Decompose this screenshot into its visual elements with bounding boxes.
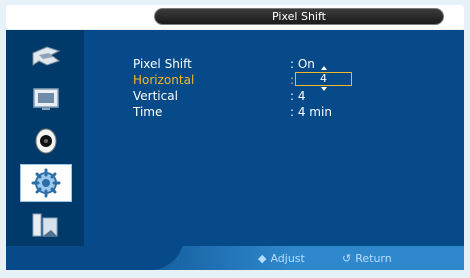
picture-icon[interactable] <box>24 82 68 116</box>
menu-item-label: Vertical <box>133 89 178 103</box>
return-icon: ↺ <box>342 252 352 265</box>
title-bar: Pixel Shift <box>6 5 464 29</box>
return-label: Return <box>355 252 392 265</box>
adjust-hint[interactable]: ◆ Adjust <box>258 252 305 265</box>
up-down-arrows-icon: ◆ <box>258 252 267 265</box>
menu-item-label: Horizontal <box>133 73 195 87</box>
multi-control-icon[interactable] <box>24 208 68 242</box>
sidebar <box>6 30 84 246</box>
adjust-label: Adjust <box>270 252 305 265</box>
menu-item-value: : 4 min <box>290 105 332 119</box>
menu-item-value: : <box>290 73 295 87</box>
sound-icon[interactable] <box>24 124 68 158</box>
decrease-arrow-icon[interactable] <box>321 87 327 91</box>
menu-item-label: Pixel Shift <box>133 57 192 71</box>
input-icon[interactable] <box>24 40 68 74</box>
menu-item-value: : On <box>290 57 315 71</box>
horizontal-value-input[interactable]: 4 <box>295 72 352 86</box>
setup-icon[interactable] <box>20 164 72 202</box>
menu-item-value: : 4 <box>290 89 306 103</box>
menu-item-label: Time <box>133 105 163 119</box>
return-hint[interactable]: ↺ Return <box>342 252 392 265</box>
page-title: Pixel Shift <box>154 8 444 25</box>
increase-arrow-icon[interactable] <box>321 66 327 70</box>
